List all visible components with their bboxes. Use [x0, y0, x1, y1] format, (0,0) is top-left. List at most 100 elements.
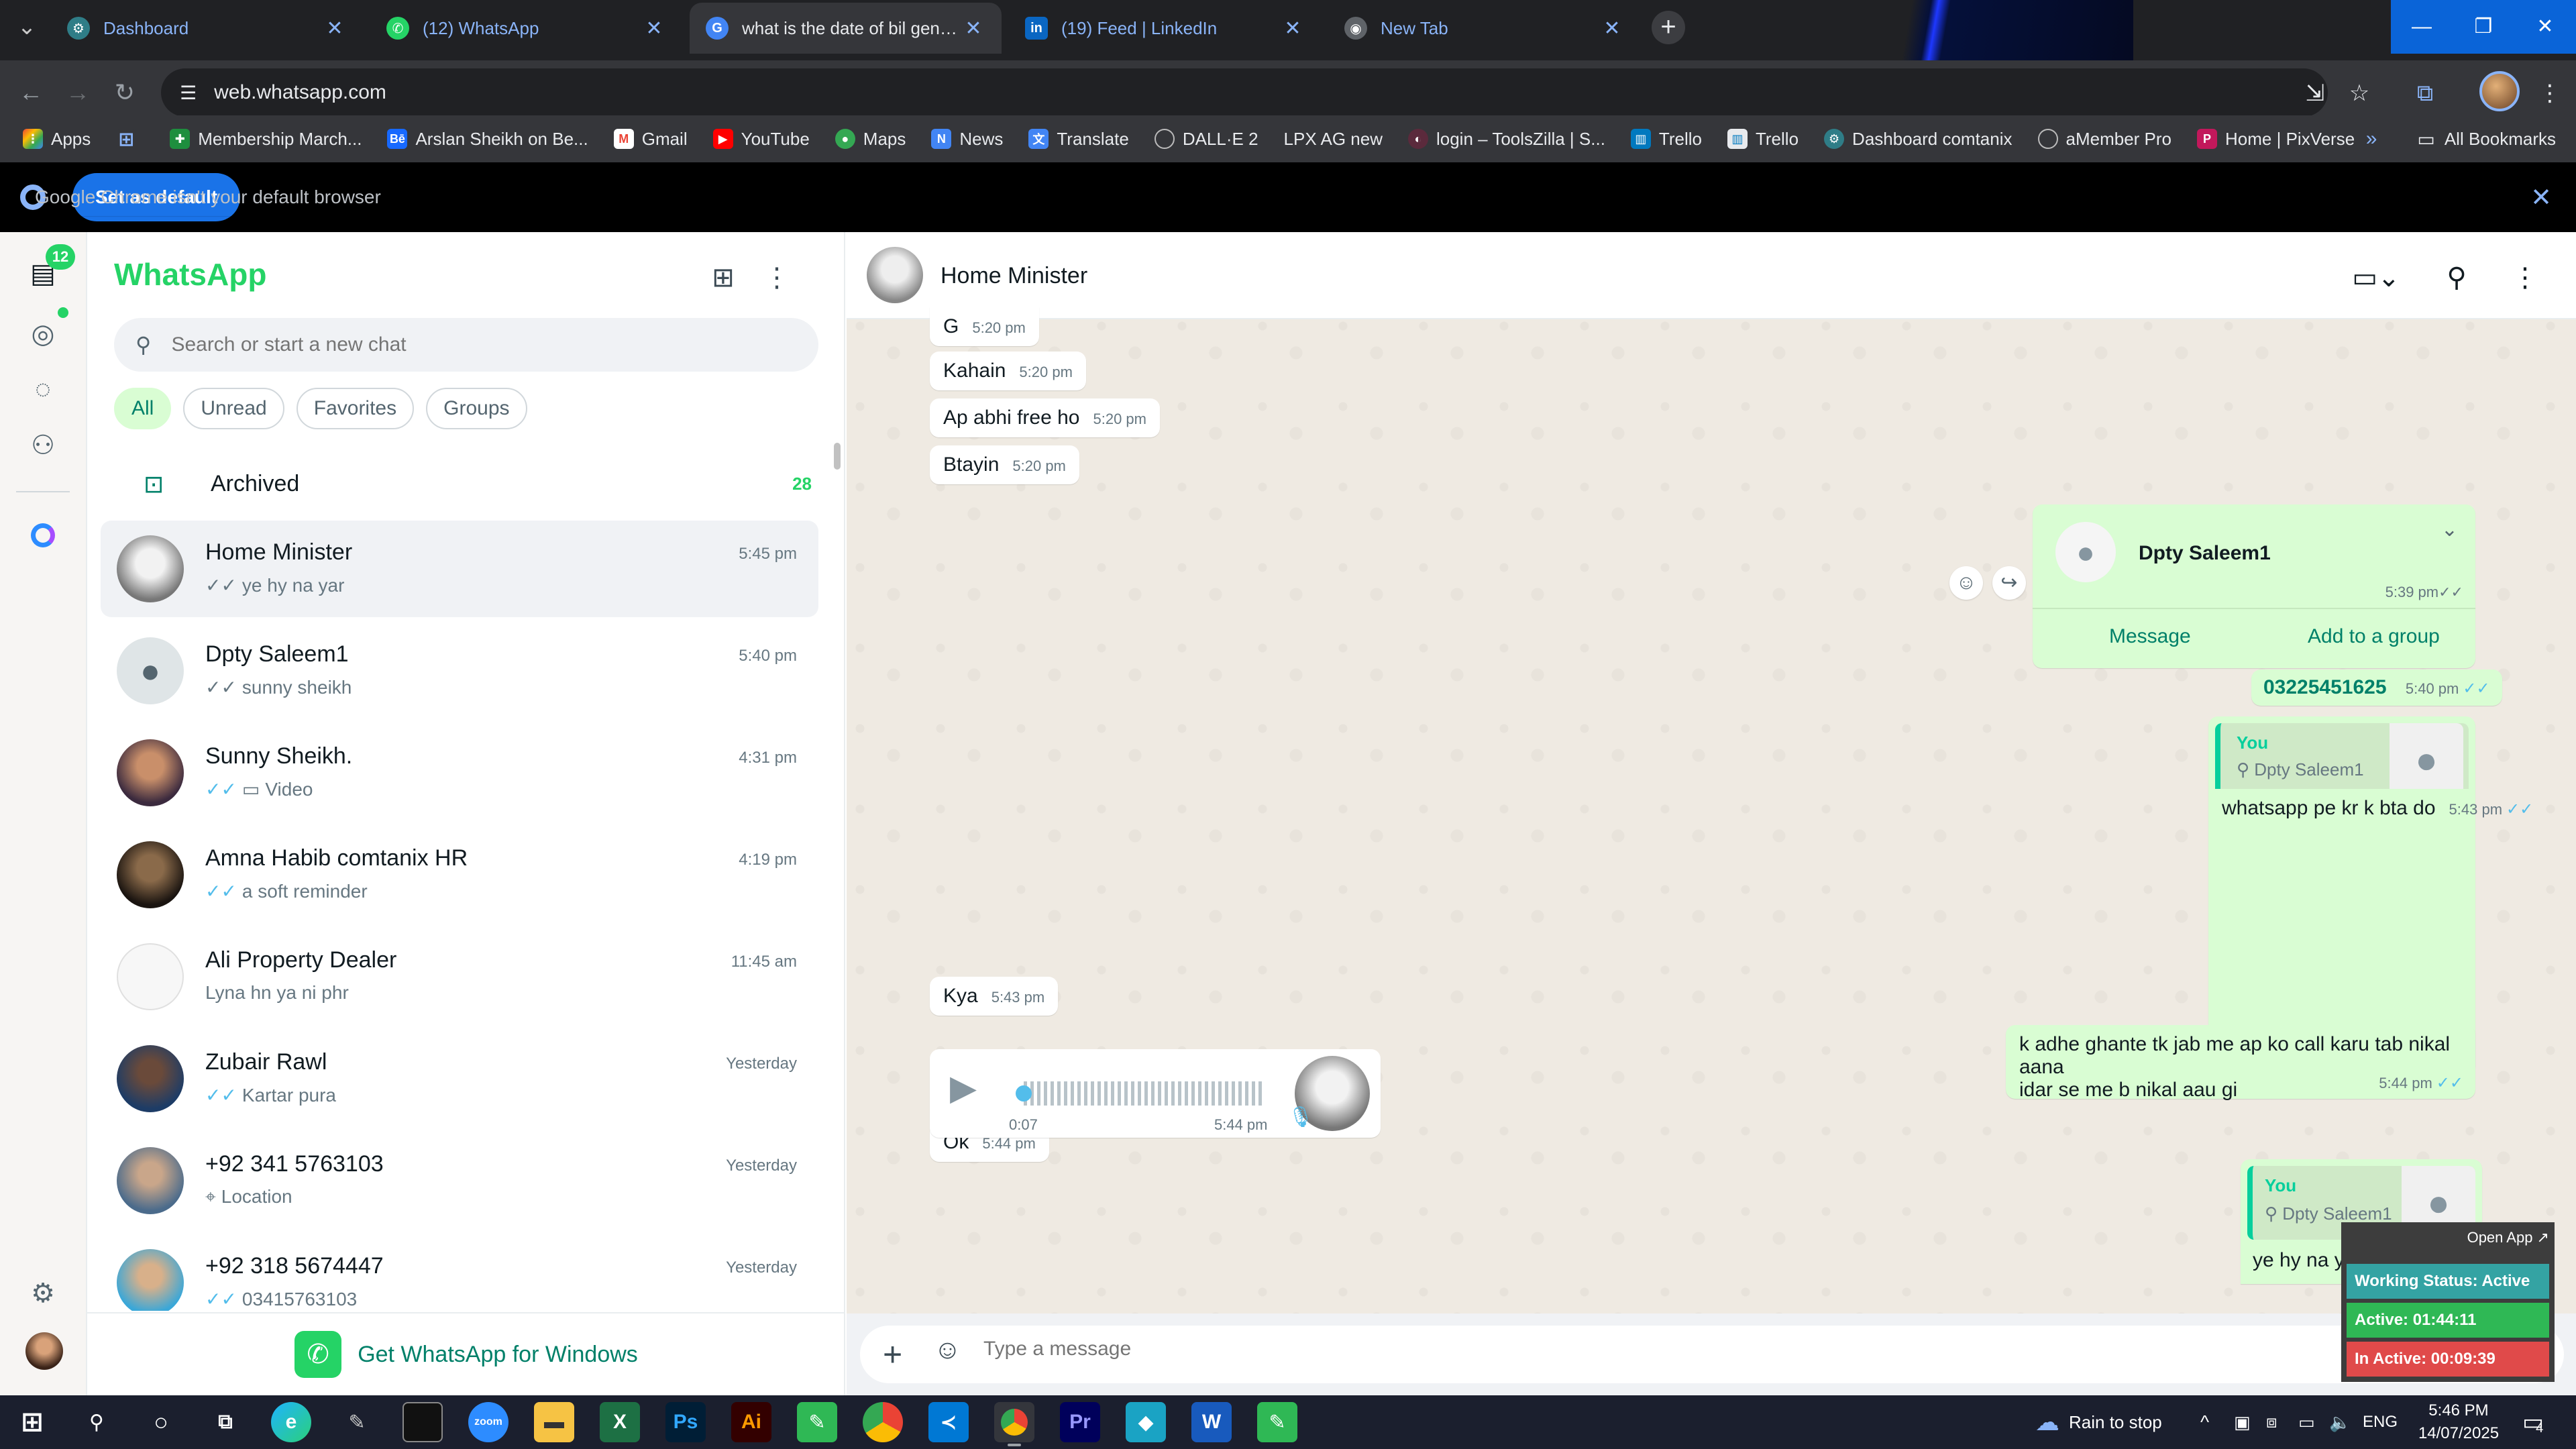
bookmark-gmail[interactable]: M Gmail [613, 129, 688, 150]
contact-name[interactable]: Home Minister [941, 263, 1087, 289]
bookmark-lpx[interactable]: LPX AG new [1284, 129, 1383, 150]
contact-card-message[interactable]: ⌄ ● Dpty Saleem1 5:39 pm✓✓ Message Add t… [2033, 504, 2475, 668]
emoji-react-icon[interactable]: ☺ [1949, 566, 1983, 600]
chat-item[interactable]: Zubair Rawl Yesterday ✓✓ Kartar pura [101, 1030, 818, 1127]
message-in[interactable]: G 5:20 pm [930, 307, 1039, 346]
close-icon[interactable]: ✕ [642, 17, 666, 40]
bookmark-youtube[interactable]: ▶ YouTube [712, 129, 810, 150]
tab-google-search[interactable]: G what is the date of bil generati ✕ [690, 3, 1002, 54]
bookmark-membership[interactable]: ✚ Membership March... [170, 129, 362, 150]
notifications-icon[interactable]: ▭ 4 [2522, 1395, 2544, 1449]
reload-icon[interactable]: ↻ [107, 75, 142, 110]
minimize-button[interactable]: — [2391, 0, 2453, 54]
bookmark-apps[interactable]: ⋮ Apps [23, 129, 91, 150]
channels-icon[interactable]: ◌ [24, 370, 62, 408]
play-icon[interactable]: ▶ [950, 1068, 977, 1108]
phone-link[interactable]: 03225451625 [2263, 676, 2387, 698]
close-icon[interactable]: ✕ [961, 17, 985, 40]
weather-widget[interactable]: ☁ Rain to stop [2035, 1395, 2162, 1449]
chat-item[interactable]: Ali Property Dealer 11:45 am Lyna hn ya … [101, 928, 818, 1025]
network-icon[interactable]: ▭ [2298, 1395, 2315, 1449]
archived-row[interactable]: ⊡ Archived 28 [87, 447, 845, 521]
video-call-icon[interactable]: ▭⌄ [2343, 259, 2410, 297]
tray-app-icon[interactable]: ⧈ [2266, 1395, 2277, 1449]
file-explorer-icon[interactable]: ▬ [534, 1402, 574, 1442]
all-bookmarks[interactable]: » ▭ All Bookmarks [2366, 115, 2556, 162]
premiere-icon[interactable]: Pr [1060, 1402, 1100, 1442]
task-view-icon[interactable]: ⧉ [205, 1402, 246, 1442]
address-bar[interactable]: ☰ web.whatsapp.com [161, 68, 2328, 117]
message-contact-button[interactable]: Message [2109, 625, 2191, 648]
bookmark-translate[interactable]: 文 Translate [1028, 129, 1129, 150]
forward-icon[interactable]: ↪ [1992, 566, 2026, 600]
chrome-icon[interactable] [863, 1402, 903, 1442]
forward-icon[interactable]: → [60, 75, 95, 110]
filter-groups[interactable]: Groups [426, 388, 527, 429]
new-chat-icon[interactable]: ⊞ [704, 259, 742, 297]
illustrator-icon[interactable]: Ai [731, 1402, 771, 1442]
close-icon[interactable]: ✕ [1281, 17, 1305, 40]
filter-favorites[interactable]: Favorites [296, 388, 415, 429]
filter-all[interactable]: All [114, 388, 172, 429]
green-app-icon[interactable]: ✎ [797, 1402, 837, 1442]
contact-avatar[interactable] [867, 247, 923, 303]
extensions-icon[interactable]: ⧉ [2408, 76, 2442, 110]
status-icon[interactable]: ◎ [24, 315, 62, 353]
search-input[interactable] [171, 333, 775, 356]
message-out[interactable]: k adhe ghante tk jab me ap ko call karu … [2006, 1025, 2475, 1101]
waveform[interactable] [1024, 1081, 1265, 1106]
tab-search-chevron-icon[interactable]: ⌄ [8, 8, 46, 46]
bookmark-toolszilla[interactable]: ◐ login – ToolsZilla | S... [1407, 129, 1605, 150]
bookmark-behance[interactable]: Bē Arslan Sheikh on Be... [387, 129, 588, 150]
open-app-link[interactable]: Open App ↗ [2467, 1229, 2549, 1246]
search-icon[interactable]: ⚲ [2438, 259, 2475, 297]
quoted-contact[interactable]: You ⚲ Dpty Saleem1 ● [2215, 723, 2469, 797]
pen-icon[interactable]: ✎ [337, 1402, 377, 1442]
conversation-header[interactable]: Home Minister ▭⌄ ⚲ ⋮ [847, 232, 2576, 319]
tray-chevron-icon[interactable]: ^ [2200, 1395, 2209, 1449]
windows-start-icon[interactable]: ⊞ [12, 1402, 52, 1442]
get-whatsapp-windows-banner[interactable]: ✆ Get WhatsApp for Windows [87, 1312, 845, 1395]
blue-app-icon[interactable]: ◆ [1126, 1402, 1166, 1442]
tab-whatsapp[interactable]: ✆ (12) WhatsApp ✕ [370, 3, 682, 54]
close-icon[interactable]: ✕ [323, 17, 347, 40]
menu-kebab-icon[interactable]: ⋮ [758, 259, 796, 297]
menu-kebab-icon[interactable]: ⋮ [2506, 259, 2544, 297]
chat-item[interactable]: +92 318 5674447 Yesterday ✓✓ 03415763103 [101, 1234, 818, 1311]
chat-item[interactable]: Home Minister 5:45 pm ✓✓ ye hy na yar [101, 521, 818, 617]
tab-linkedin[interactable]: in (19) Feed | LinkedIn ✕ [1009, 3, 1321, 54]
close-icon[interactable]: ✕ [1600, 17, 1624, 40]
chrome-active-icon[interactable] [994, 1402, 1034, 1446]
close-icon[interactable]: ✕ [2530, 182, 2552, 213]
bookmark-dalle[interactable]: DALL·E 2 [1154, 129, 1258, 150]
site-settings-icon[interactable]: ☰ [180, 82, 197, 104]
clock[interactable]: 5:46 PM 14/07/2025 [2408, 1399, 2509, 1445]
back-icon[interactable]: ← [13, 75, 48, 110]
chat-item[interactable]: ● Dpty Saleem1 5:40 pm ✓✓ sunny sheikh [101, 623, 818, 719]
tab-new-tab[interactable]: ◉ New Tab ✕ [1328, 3, 1640, 54]
volume-icon[interactable]: 🔈 [2329, 1395, 2351, 1449]
terminal-icon[interactable] [402, 1402, 443, 1442]
tray-app-icon[interactable]: ▣ [2234, 1395, 2251, 1449]
search-box[interactable]: ⚲ [114, 318, 818, 372]
chat-item[interactable]: Amna Habib comtanix HR 4:19 pm ✓✓ a soft … [101, 826, 818, 923]
message-in[interactable]: Kya 5:43 pm [930, 977, 1059, 1016]
add-to-group-button[interactable]: Add to a group [2308, 625, 2440, 648]
meta-ai-icon[interactable] [24, 517, 62, 554]
voice-message[interactable]: ▶ 0:07 5:44 pm 🎙 [930, 1049, 1381, 1138]
new-tab-button[interactable]: + [1652, 11, 1685, 44]
bookmark-news[interactable]: N News [931, 129, 1003, 150]
reply-message-text[interactable]: whatsapp pe kr k bta do 5:43 pm ✓✓ [2208, 789, 2533, 828]
sticker-icon[interactable]: ☺ [934, 1335, 961, 1365]
bookmark-dashboard-comtanix[interactable]: ⚙ Dashboard comtanix [1824, 129, 2012, 150]
bookmark-trello-1[interactable]: ▥ Trello [1630, 129, 1702, 150]
more-bookmarks-chevron-icon[interactable]: » [2366, 127, 2377, 150]
message-out[interactable]: 03225451625 5:40 pm ✓✓ [2251, 669, 2502, 706]
filter-unread[interactable]: Unread [183, 388, 284, 429]
bookmark-trello-2[interactable]: ▥ Trello [1727, 129, 1799, 150]
message-in[interactable]: Ap abhi free ho 5:20 pm [930, 398, 1160, 437]
bookmark-star-icon[interactable]: ☆ [2343, 76, 2376, 110]
reply-message-out[interactable]: You ⚲ Dpty Saleem1 ● [2208, 716, 2475, 1075]
bookmark-grid[interactable]: ⊞ [116, 129, 144, 150]
install-app-icon[interactable]: ⇲ [2298, 76, 2332, 110]
